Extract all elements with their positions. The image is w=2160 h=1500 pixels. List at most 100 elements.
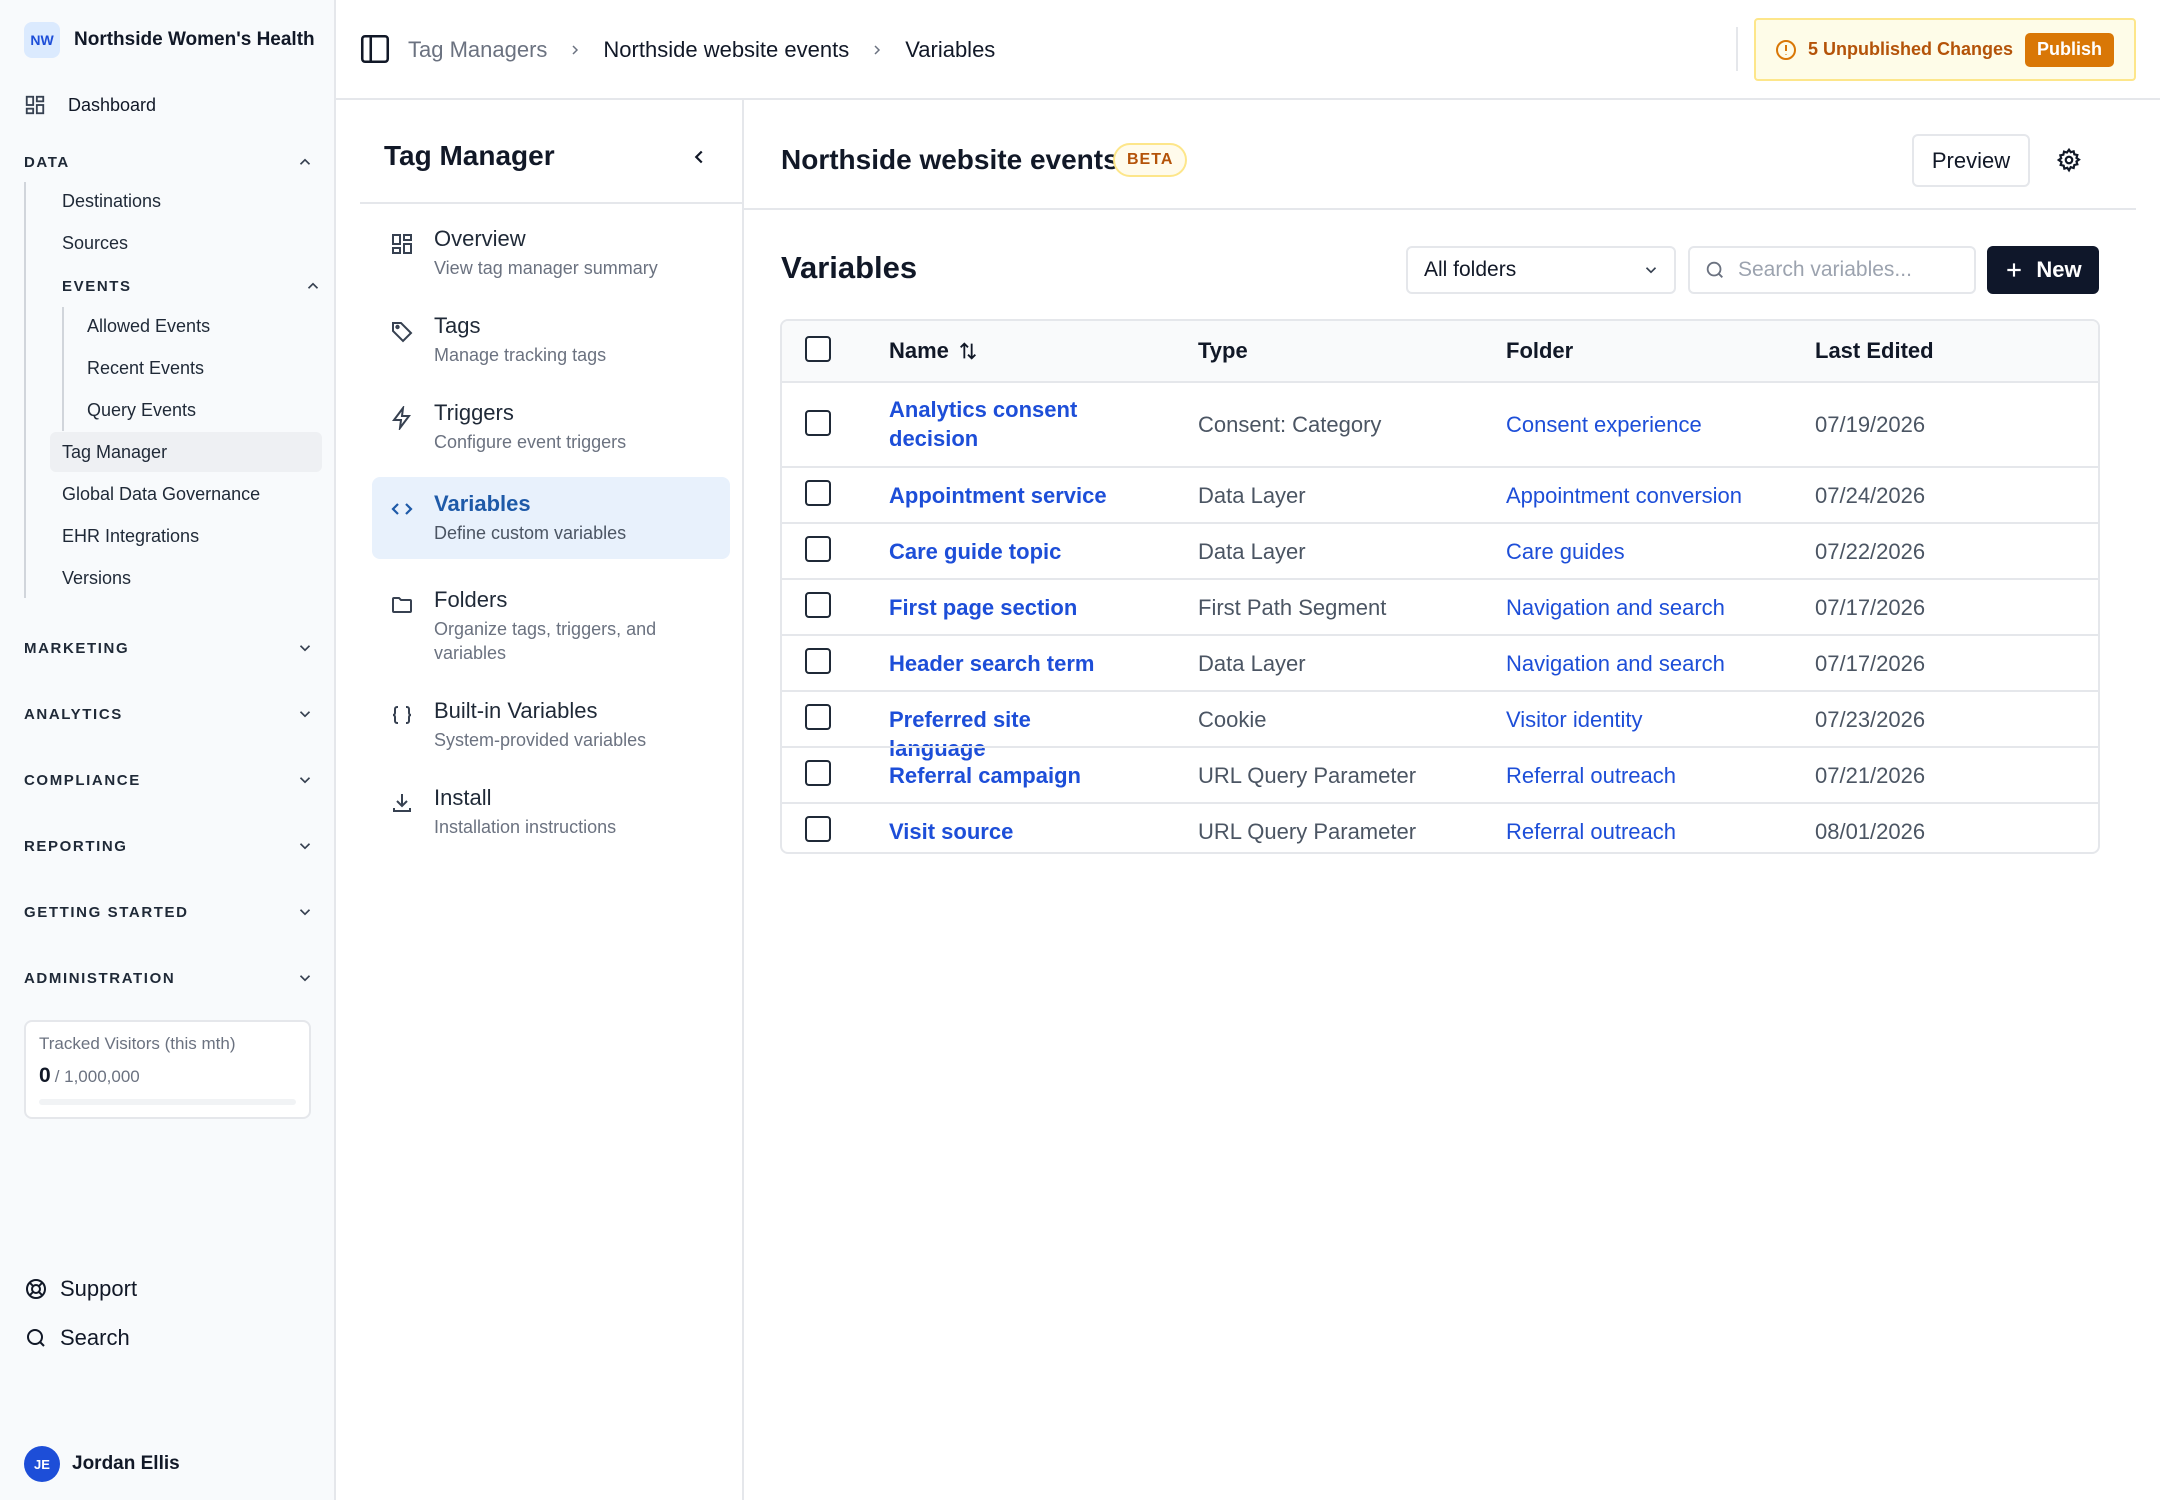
variable-folder-link[interactable]: Appointment conversion bbox=[1506, 481, 1742, 510]
row-checkbox[interactable] bbox=[805, 480, 831, 506]
tm-nav-install[interactable]: Install Installation instructions bbox=[372, 771, 730, 853]
grid-icon bbox=[390, 232, 416, 256]
preview-button[interactable]: Preview bbox=[1912, 134, 2030, 187]
sidebar-item-allowed-events[interactable]: Allowed Events bbox=[76, 306, 322, 346]
sidebar-item-versions[interactable]: Versions bbox=[50, 558, 322, 598]
variable-last-edited: 08/01/2026 bbox=[1815, 819, 1926, 844]
sidebar-item-recent-events[interactable]: Recent Events bbox=[76, 348, 322, 388]
folder-filter-value: All folders bbox=[1424, 258, 1517, 281]
publish-button[interactable]: Publish bbox=[2025, 32, 2115, 67]
variable-name-link[interactable]: Analytics consent decision bbox=[889, 395, 1119, 453]
org-name: Northside Women's Health bbox=[74, 29, 315, 50]
tm-nav-triggers[interactable]: Triggers Configure event triggers bbox=[372, 386, 730, 468]
section-administration[interactable]: ADMINISTRATION bbox=[24, 965, 314, 991]
row-checkbox[interactable] bbox=[805, 648, 831, 674]
variable-name-link[interactable]: Appointment service bbox=[889, 481, 1119, 510]
usage-label: Tracked Visitors (this mth) bbox=[39, 1034, 236, 1053]
table-row[interactable]: Analytics consent decision Consent: Cate… bbox=[782, 381, 2098, 466]
variable-folder-link[interactable]: Navigation and search bbox=[1506, 593, 1725, 622]
breadcrumb-container[interactable]: Northside website events bbox=[603, 37, 849, 63]
sidebar: NW Northside Women's Health Dashboard DA… bbox=[0, 0, 336, 1500]
table-row[interactable]: Appointment service Data Layer Appointme… bbox=[782, 466, 2098, 522]
variable-name-link[interactable]: First page section bbox=[889, 593, 1119, 622]
table-header: Name Type Folder Last Edited bbox=[782, 321, 2098, 381]
section-analytics[interactable]: ANALYTICS bbox=[24, 701, 314, 727]
variable-folder-link[interactable]: Visitor identity bbox=[1506, 705, 1643, 734]
row-checkbox[interactable] bbox=[805, 760, 831, 786]
section-marketing[interactable]: MARKETING bbox=[24, 635, 314, 661]
section-reporting[interactable]: REPORTING bbox=[24, 833, 314, 859]
sidebar-item-global-data-governance[interactable]: Global Data Governance bbox=[50, 474, 322, 514]
sidebar-item-tag-manager[interactable]: Tag Manager bbox=[50, 432, 322, 472]
variable-folder-link[interactable]: Consent experience bbox=[1506, 410, 1702, 439]
user-name: Jordan Ellis bbox=[72, 1453, 180, 1474]
tm-nav-overview[interactable]: Overview View tag manager summary bbox=[372, 212, 730, 294]
table-row[interactable]: First page section First Path Segment Na… bbox=[782, 578, 2098, 634]
section-label: GETTING STARTED bbox=[24, 903, 189, 921]
settings-button[interactable] bbox=[2056, 147, 2082, 173]
variable-last-edited: 07/23/2026 bbox=[1815, 707, 1926, 732]
tm-nav-folders[interactable]: Folders Organize tags, triggers, and vari… bbox=[372, 573, 730, 685]
section-getting-started[interactable]: GETTING STARTED bbox=[24, 899, 314, 925]
variable-name-link[interactable]: Visit source bbox=[889, 817, 1119, 846]
table-row[interactable]: Visit source URL Query Parameter Referra… bbox=[782, 802, 2098, 852]
row-checkbox[interactable] bbox=[805, 592, 831, 618]
variable-name-link[interactable]: Care guide topic bbox=[889, 537, 1119, 566]
column-header-name[interactable]: Name bbox=[889, 321, 979, 381]
user-menu[interactable]: JE Jordan Ellis bbox=[24, 1446, 180, 1482]
org-switcher[interactable]: NW Northside Women's Health bbox=[24, 22, 315, 58]
sidebar-item-destinations[interactable]: Destinations bbox=[50, 181, 322, 221]
search-variables-field[interactable] bbox=[1688, 246, 1976, 294]
sidebar-item-dashboard[interactable]: Dashboard bbox=[24, 90, 156, 120]
sidebar-item-query-events[interactable]: Query Events bbox=[76, 390, 322, 430]
row-checkbox[interactable] bbox=[805, 816, 831, 842]
table-row[interactable]: Preferred site language Cookie Visitor i… bbox=[782, 690, 2098, 761]
section-label: MARKETING bbox=[24, 639, 130, 657]
search-icon bbox=[1706, 261, 1723, 278]
app-window: NW Northside Women's Health Dashboard DA… bbox=[0, 0, 2160, 1500]
chevron-down-icon bbox=[299, 843, 311, 850]
chevron-right-icon bbox=[567, 42, 583, 58]
variable-last-edited: 07/24/2026 bbox=[1815, 483, 1926, 508]
section-data[interactable]: DATA bbox=[24, 149, 314, 175]
container-header: Northside website events BETA Preview bbox=[744, 100, 2136, 210]
unpublished-changes-text[interactable]: 5 Unpublished Changes bbox=[1808, 39, 2013, 60]
tm-nav-built-in-variables[interactable]: Built-in Variables System-provided variab… bbox=[372, 684, 730, 766]
tm-nav-tags[interactable]: Tags Manage tracking tags bbox=[372, 299, 730, 381]
row-checkbox[interactable] bbox=[805, 704, 831, 730]
row-checkbox[interactable] bbox=[805, 536, 831, 562]
variable-name-link[interactable]: Referral campaign bbox=[889, 761, 1119, 790]
variable-folder-link[interactable]: Referral outreach bbox=[1506, 817, 1676, 846]
row-checkbox[interactable] bbox=[805, 410, 831, 436]
table-row[interactable]: Header search term Data Layer Navigation… bbox=[782, 634, 2098, 690]
variable-name-link[interactable]: Header search term bbox=[889, 649, 1119, 678]
sidebar-toggle-button[interactable] bbox=[358, 32, 392, 66]
section-compliance[interactable]: COMPLIANCE bbox=[24, 767, 314, 793]
variable-folder-link[interactable]: Navigation and search bbox=[1506, 649, 1725, 678]
sidebar-item-ehr-integrations[interactable]: EHR Integrations bbox=[50, 516, 322, 556]
search-input[interactable] bbox=[1738, 258, 1968, 282]
tm-nav-variables[interactable]: Variables Define custom variables bbox=[372, 477, 730, 559]
new-variable-button[interactable]: New bbox=[1987, 246, 2099, 294]
table-row[interactable]: Referral campaign URL Query Parameter Re… bbox=[782, 746, 2098, 802]
tree-line bbox=[24, 182, 26, 598]
variable-type: URL Query Parameter bbox=[1198, 819, 1417, 844]
panel-left-icon bbox=[360, 34, 390, 64]
variable-folder-link[interactable]: Care guides bbox=[1506, 537, 1625, 566]
table-row[interactable]: Care guide topic Data Layer Care guides … bbox=[782, 522, 2098, 578]
code-icon bbox=[390, 497, 416, 521]
main-content: Northside website events BETA Preview Va… bbox=[744, 100, 2136, 1500]
folder-filter-select[interactable]: All folders bbox=[1406, 246, 1676, 294]
chevron-down-icon bbox=[299, 975, 311, 982]
variable-last-edited: 07/17/2026 bbox=[1815, 595, 1926, 620]
collapse-panel-button[interactable] bbox=[688, 146, 710, 168]
select-all-checkbox[interactable] bbox=[805, 336, 831, 362]
sidebar-item-sources[interactable]: Sources bbox=[50, 223, 322, 263]
search-link[interactable]: Search bbox=[24, 1323, 130, 1353]
variable-folder-link[interactable]: Referral outreach bbox=[1506, 761, 1676, 790]
search-icon bbox=[27, 1329, 45, 1347]
breadcrumb-tag-managers[interactable]: Tag Managers bbox=[408, 37, 547, 63]
section-events[interactable]: EVENTS bbox=[62, 273, 322, 299]
support-link[interactable]: Support bbox=[24, 1274, 137, 1304]
tm-nav-label: Built-in Variables bbox=[434, 698, 598, 723]
